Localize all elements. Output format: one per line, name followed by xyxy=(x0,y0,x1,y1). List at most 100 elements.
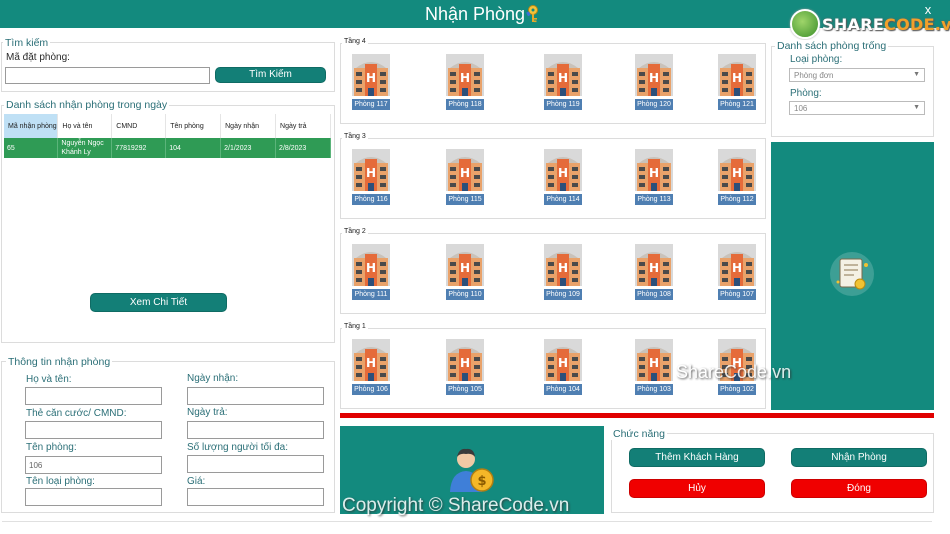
key-icon xyxy=(526,5,538,23)
col-header[interactable]: Ngày trả xyxy=(275,114,331,138)
view-detail-button[interactable]: Xem Chi Tiết xyxy=(90,293,227,312)
cell-id[interactable]: 77819292 xyxy=(111,138,167,158)
checkout-date-label: Ngày trả: xyxy=(187,407,228,418)
svg-text:H: H xyxy=(649,166,659,180)
room-label: Phòng 106 xyxy=(352,384,390,395)
price-label: Giá: xyxy=(187,476,206,487)
svg-text:H: H xyxy=(558,166,568,180)
room-tile[interactable]: H Phòng 103 xyxy=(635,339,673,397)
room-tile[interactable]: H Phòng 110 xyxy=(446,244,484,302)
room-label: Phòng 119 xyxy=(544,99,582,110)
svg-text:H: H xyxy=(732,166,742,180)
red-divider xyxy=(340,413,934,418)
today-checkin-title: Danh sách nhận phòng trong ngày xyxy=(4,99,170,111)
customer-money-icon: $ xyxy=(450,448,494,492)
functions-group xyxy=(611,433,934,513)
room-tile[interactable]: H Phòng 118 xyxy=(446,54,484,112)
hotel-icon: H xyxy=(635,339,673,381)
chevron-down-icon: ▼ xyxy=(913,104,920,111)
functions-title: Chức năng xyxy=(611,428,667,440)
col-header[interactable]: Tên phòng xyxy=(165,114,222,138)
room-tile[interactable]: H Phòng 112 xyxy=(718,149,756,207)
booking-code-input[interactable] xyxy=(5,67,210,84)
hotel-icon: H xyxy=(352,244,390,286)
room-tile[interactable]: H Phòng 106 xyxy=(352,339,390,397)
room-type-input[interactable] xyxy=(25,488,162,506)
room-tile[interactable]: H Phòng 119 xyxy=(544,54,582,112)
full-name-input[interactable] xyxy=(25,387,162,405)
hotel-icon: H xyxy=(718,244,756,286)
col-header[interactable]: CMND xyxy=(111,114,167,138)
svg-text:$: $ xyxy=(477,474,486,489)
hotel-icon: H xyxy=(446,149,484,191)
svg-text:H: H xyxy=(558,356,568,370)
sharecode-logo: SHARECODE.vn xyxy=(790,8,950,40)
hotel-icon: H xyxy=(352,149,390,191)
room-tile[interactable]: H Phòng 105 xyxy=(446,339,484,397)
price-input[interactable] xyxy=(187,488,324,506)
logo-mark-icon xyxy=(790,9,820,39)
room-tile[interactable]: H Phòng 121 xyxy=(718,54,756,112)
room-tile[interactable]: H Phòng 117 xyxy=(352,54,390,112)
svg-text:H: H xyxy=(460,356,470,370)
room-label: Phòng 109 xyxy=(544,289,582,300)
checkin-date-label: Ngày nhận: xyxy=(187,373,239,384)
room-name-input[interactable] xyxy=(25,456,162,474)
room-tile[interactable]: H Phòng 116 xyxy=(352,149,390,207)
hotel-icon: H xyxy=(352,54,390,96)
cell-code[interactable]: 65 xyxy=(4,138,59,158)
room-label: Phòng 102 xyxy=(718,384,756,395)
svg-text:H: H xyxy=(366,356,376,370)
room-tile[interactable]: H Phòng 115 xyxy=(446,149,484,207)
svg-text:H: H xyxy=(558,261,568,275)
room-label: Phòng 105 xyxy=(446,384,484,395)
room-tile[interactable]: H Phòng 113 xyxy=(635,149,673,207)
booking-code-label: Mã đặt phòng: xyxy=(6,52,70,63)
cell-name[interactable]: Nguyễn Ngọc Khánh Ly xyxy=(57,138,113,158)
hotel-icon: H xyxy=(446,244,484,286)
svg-text:H: H xyxy=(558,71,568,85)
document-icon xyxy=(830,252,874,296)
hotel-icon: H xyxy=(544,339,582,381)
room-select[interactable]: 106 ▼ xyxy=(789,101,925,115)
cell-room[interactable]: 104 xyxy=(165,138,222,158)
room-tile[interactable]: H Phòng 120 xyxy=(635,54,673,112)
check-in-button[interactable]: Nhận Phòng xyxy=(791,448,927,467)
cancel-button[interactable]: Hủy xyxy=(629,479,765,498)
checkout-date-input[interactable] xyxy=(187,421,324,439)
cell-checkout[interactable]: 2/8/2023 xyxy=(275,138,331,158)
search-button[interactable]: Tìm Kiếm xyxy=(215,67,326,83)
bottom-divider xyxy=(2,521,932,522)
id-card-input[interactable] xyxy=(25,421,162,439)
close-button[interactable]: Đóng xyxy=(791,479,927,498)
cell-checkin[interactable]: 2/1/2023 xyxy=(220,138,277,158)
room-type-select[interactable]: Phòng đơn ▼ xyxy=(789,68,925,82)
watermark-middle: ShareCode.vn xyxy=(676,362,792,382)
col-header[interactable]: Mã nhận phòng xyxy=(4,114,59,138)
checkin-date-input[interactable] xyxy=(187,387,324,405)
room-tile[interactable]: H Phòng 114 xyxy=(544,149,582,207)
room-tile[interactable]: H Phòng 108 xyxy=(635,244,673,302)
col-header[interactable]: Họ và tên xyxy=(57,114,113,138)
room-tile[interactable]: H Phòng 109 xyxy=(544,244,582,302)
room-label: Phòng 120 xyxy=(635,99,673,110)
room-label: Phòng 110 xyxy=(446,289,484,300)
room-label: Phòng 103 xyxy=(635,384,673,395)
floor-title: Tầng 1 xyxy=(342,323,368,330)
room-tile[interactable]: H Phòng 111 xyxy=(352,244,390,302)
hotel-icon: H xyxy=(446,339,484,381)
svg-text:H: H xyxy=(366,71,376,85)
full-name-label: Họ và tên: xyxy=(26,374,72,385)
svg-text:H: H xyxy=(460,71,470,85)
max-guests-input[interactable] xyxy=(187,455,324,473)
col-header[interactable]: Ngày nhận xyxy=(220,114,277,138)
add-customer-button[interactable]: Thêm Khách Hàng xyxy=(629,448,765,467)
max-guests-label: Số lượng người tối đa: xyxy=(187,442,289,453)
room-label: Phòng 107 xyxy=(718,289,756,300)
room-label: Phòng 117 xyxy=(352,99,390,110)
hotel-icon: H xyxy=(635,244,673,286)
checkin-table: Mã nhận phòng Họ và tên CMND Tên phòng N… xyxy=(4,114,331,158)
table-row[interactable]: 65 Nguyễn Ngọc Khánh Ly 77819292 104 2/1… xyxy=(4,138,331,158)
room-tile[interactable]: H Phòng 104 xyxy=(544,339,582,397)
room-tile[interactable]: H Phòng 107 xyxy=(718,244,756,302)
